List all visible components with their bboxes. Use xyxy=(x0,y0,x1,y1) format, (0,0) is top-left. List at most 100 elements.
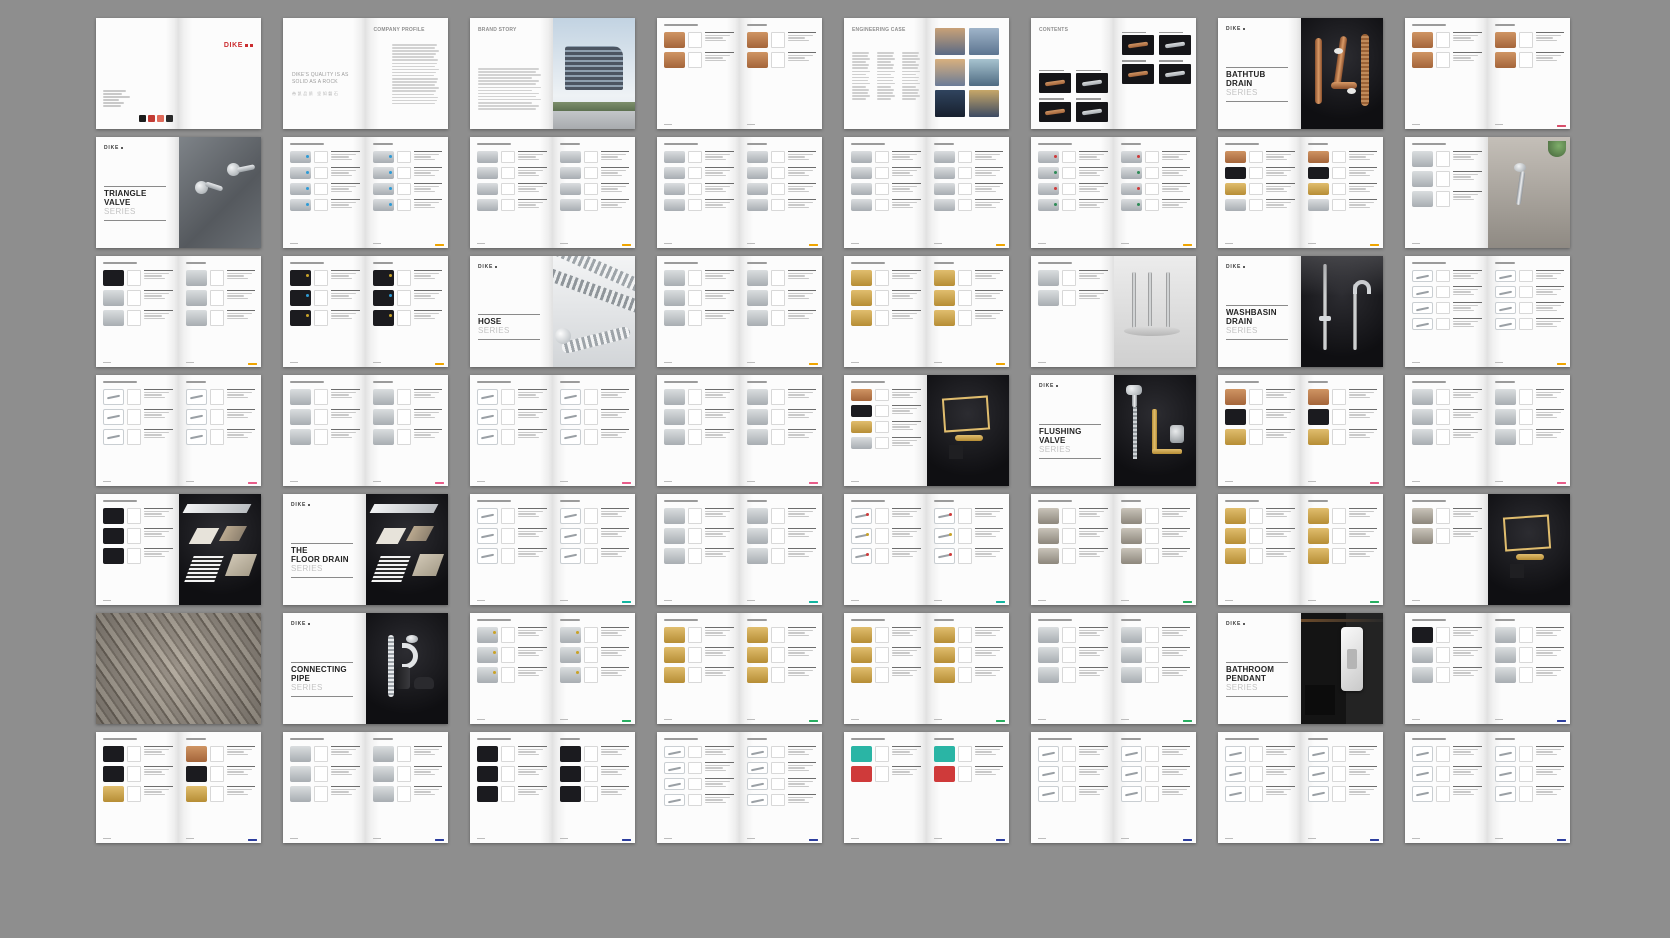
triangle-valve-title[interactable]: DIKETRIANGLEVALVESERIES xyxy=(96,137,261,248)
pendant-products-5[interactable] xyxy=(657,732,822,843)
contents-entry-bathroom-pendant[interactable] xyxy=(1159,60,1191,83)
spec-rule xyxy=(1349,183,1378,184)
engineering-case-spread[interactable]: ENGINEERING CASE xyxy=(844,18,1009,129)
drain-products-5[interactable] xyxy=(844,375,1009,486)
washbasin-products-2[interactable] xyxy=(1405,256,1570,367)
triangle-valve-products-2[interactable] xyxy=(470,137,635,248)
pendant-products-6[interactable] xyxy=(844,732,1009,843)
pendant-products-3[interactable] xyxy=(283,732,448,843)
flushing-valve-products-1[interactable] xyxy=(1218,375,1383,486)
floor-drain-products-1[interactable] xyxy=(96,494,261,605)
pendant-products-7[interactable] xyxy=(1031,732,1196,843)
washbasin-drain-title[interactable]: DIKEWASHBASINDRAINSERIES xyxy=(1218,256,1383,367)
case-building-photo[interactable] xyxy=(969,90,999,117)
pendant-products-4[interactable] xyxy=(470,732,635,843)
series-subtitle: SERIES xyxy=(1039,446,1101,455)
floor-drain-products-3[interactable] xyxy=(657,494,822,605)
cover-spread[interactable]: DIKE xyxy=(96,18,261,129)
drain-products-3[interactable] xyxy=(470,375,635,486)
triangle-valve-products-6[interactable] xyxy=(1218,137,1383,248)
triangle-valve-products-7[interactable] xyxy=(1405,137,1570,248)
page-right xyxy=(1301,256,1384,367)
spec-line xyxy=(1349,397,1370,398)
product-thumb xyxy=(1038,167,1059,179)
spec-line xyxy=(331,794,352,795)
pendant-products-8[interactable] xyxy=(1218,732,1383,843)
hose-title[interactable]: DIKEHOSESERIES xyxy=(470,256,635,367)
floor-drain-products-5[interactable] xyxy=(1031,494,1196,605)
spec-line xyxy=(1536,789,1561,790)
triangle-valve-products-5[interactable] xyxy=(1031,137,1196,248)
spec-line xyxy=(601,635,622,636)
pendant-products-1[interactable] xyxy=(1405,613,1570,724)
page-header-text xyxy=(1225,500,1259,502)
drain-products-4[interactable] xyxy=(657,375,822,486)
hose-products-4[interactable] xyxy=(844,256,1009,367)
floor-drain-title[interactable]: DIKETHEFLOOR DRAINSERIES xyxy=(283,494,448,605)
pendant-products-9[interactable] xyxy=(1405,732,1570,843)
case-building-photo[interactable] xyxy=(969,28,999,55)
contents-entry-hose[interactable] xyxy=(1039,98,1071,121)
floor-drain-products-2[interactable] xyxy=(470,494,635,605)
product-list xyxy=(103,270,173,357)
contents-entry-washbasin-drain[interactable] xyxy=(1076,98,1108,121)
logo-cn-mark xyxy=(1243,623,1245,625)
spec-rule xyxy=(892,647,921,648)
text-line xyxy=(852,64,869,66)
contents-entry-triangle-valve[interactable] xyxy=(1076,70,1108,93)
contents-entry-flushing-valve[interactable] xyxy=(1122,32,1154,55)
bathroom-pendant-title[interactable]: DIKEBATHROOMPENDANTSERIES xyxy=(1218,613,1383,724)
tagline-profile-spread[interactable]: DIKE'S QUALITY IS AS SOLID AS A ROCK帝凯品质… xyxy=(283,18,448,129)
qr-code[interactable] xyxy=(166,115,173,122)
flushing-valve-title[interactable]: DIKEFLUSHINGVALVESERIES xyxy=(1031,375,1196,486)
qr-code[interactable] xyxy=(148,115,155,122)
triangle-valve-products-3[interactable] xyxy=(657,137,822,248)
connecting-pipe-products-3[interactable] xyxy=(844,613,1009,724)
product-row xyxy=(934,647,1004,663)
qr-code[interactable] xyxy=(157,115,164,122)
hose-products-3[interactable] xyxy=(657,256,822,367)
contents-entry-connecting-pipe[interactable] xyxy=(1122,60,1154,83)
connecting-pipe-products-1[interactable] xyxy=(470,613,635,724)
case-building-photo[interactable] xyxy=(969,59,999,86)
drain-products-2[interactable] xyxy=(283,375,448,486)
triangle-valve-products-1[interactable] xyxy=(283,137,448,248)
bathtub-products-2[interactable] xyxy=(1405,18,1570,129)
pendant-products-2[interactable] xyxy=(96,732,261,843)
connecting-pipe-photo[interactable] xyxy=(96,613,261,724)
drain-products-1[interactable] xyxy=(96,375,261,486)
connecting-pipe-title[interactable]: DIKECONNECTINGPIPESERIES xyxy=(283,613,448,724)
case-building-photo[interactable] xyxy=(935,59,965,86)
contents-entry-floor-drain[interactable] xyxy=(1159,32,1191,55)
dimension-diagram xyxy=(688,199,702,211)
product-row xyxy=(290,151,360,163)
spec-line xyxy=(1162,156,1180,157)
case-building-photo[interactable] xyxy=(935,90,965,117)
bathtub-products-1[interactable] xyxy=(657,18,822,129)
hose-products-1[interactable] xyxy=(96,256,261,367)
case-building-photo[interactable] xyxy=(935,28,965,55)
spec-line xyxy=(705,513,723,514)
text-line xyxy=(478,83,536,85)
contents-spread[interactable]: CONTENTS xyxy=(1031,18,1196,129)
floor-drain-products-4[interactable] xyxy=(844,494,1009,605)
spec-line xyxy=(414,397,435,398)
washbasin-products-1[interactable] xyxy=(1031,256,1196,367)
spec-text-block xyxy=(1453,52,1482,63)
hose-products-2[interactable] xyxy=(283,256,448,367)
floor-drain-products-6[interactable] xyxy=(1218,494,1383,605)
connecting-pipe-products-2[interactable] xyxy=(657,613,822,724)
spec-text-block xyxy=(1536,647,1565,658)
product-list xyxy=(664,151,734,238)
floor-drain-products-7[interactable] xyxy=(1405,494,1570,605)
brand-story-spread[interactable]: BRAND STORY xyxy=(470,18,635,129)
bathtub-drain-title[interactable]: DIKEBATHTUBDRAINSERIES xyxy=(1218,18,1383,129)
page-header-text xyxy=(103,500,137,502)
flushing-valve-products-2[interactable] xyxy=(1405,375,1570,486)
spec-line xyxy=(705,770,726,771)
qr-code[interactable] xyxy=(139,115,146,122)
contents-entry-bathtub-drain[interactable] xyxy=(1039,70,1071,93)
connecting-pipe-products-4[interactable] xyxy=(1031,613,1196,724)
triangle-valve-products-4[interactable] xyxy=(844,137,1009,248)
spec-line xyxy=(518,156,536,157)
